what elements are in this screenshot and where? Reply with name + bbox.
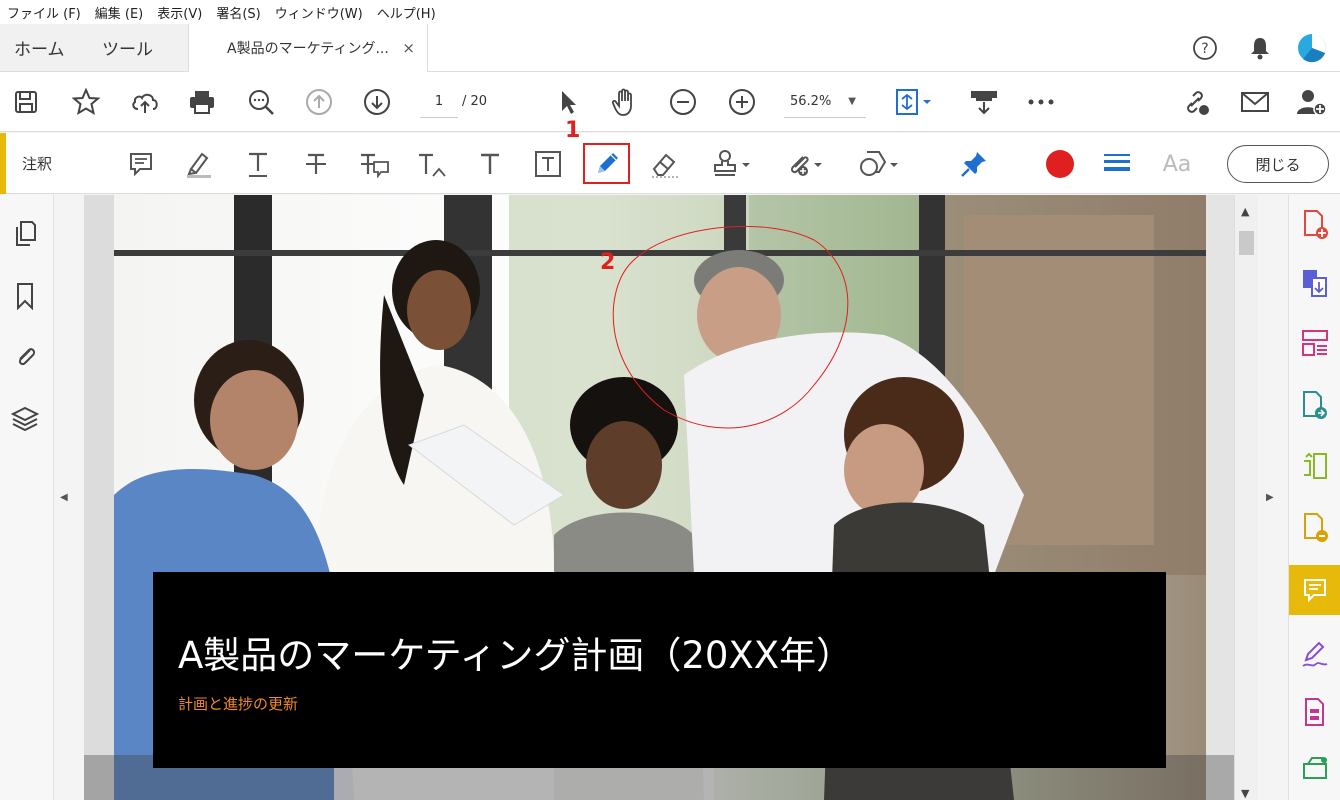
- scroll-thumb[interactable]: [1239, 231, 1254, 255]
- email-icon[interactable]: [1239, 86, 1271, 118]
- annotation-accent-bar: [0, 133, 6, 194]
- tab-bar: ホーム ツール A製品のマーケティング... × ?: [0, 24, 1340, 72]
- compress-pdf-icon[interactable]: [1297, 695, 1333, 731]
- scan-ocr-icon[interactable]: [1297, 751, 1333, 787]
- page-down-icon[interactable]: [361, 86, 393, 118]
- tab-close-icon[interactable]: ×: [402, 39, 415, 57]
- create-pdf-icon[interactable]: [1297, 207, 1333, 243]
- eraser-icon[interactable]: [647, 147, 683, 181]
- annotation-label: 注釈: [22, 155, 53, 173]
- print-icon[interactable]: [186, 86, 218, 118]
- scroll-down-icon[interactable]: ▼: [1241, 787, 1249, 800]
- menu-sign[interactable]: 署名(S): [209, 3, 267, 22]
- help-icon[interactable]: ?: [1189, 32, 1221, 64]
- combine-files-icon[interactable]: [1297, 266, 1333, 302]
- page-number-input[interactable]: 1: [420, 86, 458, 118]
- hand-icon[interactable]: [609, 86, 641, 118]
- document-area: A製品のマーケティング計画（20XX年） 計画と進捗の更新: [84, 195, 1234, 800]
- select-arrow-icon[interactable]: [552, 86, 584, 118]
- cloud-upload-icon[interactable]: [129, 86, 161, 118]
- menu-edit[interactable]: 編集 (E): [88, 3, 151, 22]
- menu-bar: ファイル (F) 編集 (E) 表示(V) 署名(S) ウィンドウ(W) ヘルプ…: [0, 0, 1340, 24]
- highlight-icon[interactable]: [181, 147, 217, 181]
- line-weight-icon[interactable]: [1099, 147, 1135, 181]
- add-user-icon[interactable]: [1296, 86, 1328, 118]
- fill-sign-icon[interactable]: [1297, 636, 1333, 672]
- step-number-1: 1: [565, 118, 581, 143]
- add-text-icon[interactable]: [472, 147, 508, 181]
- bell-icon[interactable]: [1244, 32, 1276, 64]
- pages-icon[interactable]: [10, 219, 40, 249]
- menu-file[interactable]: ファイル (F): [0, 3, 88, 22]
- zoom-level-value: 56.2%: [790, 94, 832, 109]
- pin-icon[interactable]: [956, 147, 992, 181]
- menu-view[interactable]: 表示(V): [150, 3, 209, 22]
- insert-text-icon[interactable]: [414, 147, 450, 181]
- zoom-search-icon[interactable]: [245, 86, 277, 118]
- tab-tools[interactable]: ツール: [102, 24, 153, 71]
- collapse-left-panel-icon[interactable]: ◀: [60, 492, 68, 503]
- slide-subtitle: 計画と進捗の更新: [178, 695, 299, 713]
- menu-window[interactable]: ウィンドウ(W): [268, 3, 370, 22]
- star-icon[interactable]: [70, 86, 102, 118]
- strikethrough-text-icon[interactable]: [298, 147, 334, 181]
- scan-icon[interactable]: [968, 86, 1000, 118]
- tab-document[interactable]: A製品のマーケティング... ×: [188, 24, 428, 72]
- layers-icon[interactable]: [10, 404, 40, 434]
- attachment-icon[interactable]: [10, 341, 40, 371]
- tab-document-label: A製品のマーケティング...: [227, 41, 389, 57]
- left-rail: [0, 195, 54, 800]
- save-icon[interactable]: [10, 86, 42, 118]
- chevron-down-icon: ▼: [848, 96, 856, 107]
- vertical-scrollbar[interactable]: ▲ ▼: [1234, 195, 1258, 800]
- more-icon[interactable]: [1025, 86, 1057, 118]
- text-box-icon[interactable]: [530, 147, 566, 181]
- right-rail: [1288, 195, 1340, 800]
- zoom-level-select[interactable]: 56.2% ▼: [784, 86, 866, 118]
- pencil-draw-icon[interactable]: [583, 143, 630, 184]
- request-signature-icon[interactable]: [1297, 510, 1333, 546]
- zoom-in-icon[interactable]: [726, 86, 758, 118]
- font-style-icon[interactable]: Aa: [1157, 147, 1197, 181]
- attach-file-icon[interactable]: [782, 147, 828, 181]
- replace-text-icon[interactable]: [356, 147, 392, 181]
- collapse-right-panel-icon[interactable]: ▶: [1266, 492, 1274, 503]
- sticky-note-icon[interactable]: [123, 147, 159, 181]
- svg-text:?: ?: [1201, 41, 1208, 57]
- bookmark-icon[interactable]: [10, 281, 40, 311]
- share-link-icon[interactable]: [1180, 86, 1212, 118]
- organize-pages-icon[interactable]: [1297, 326, 1333, 362]
- fit-page-icon[interactable]: [892, 86, 938, 118]
- underline-text-icon[interactable]: [240, 147, 276, 181]
- shape-icon[interactable]: [854, 147, 904, 181]
- close-annotation-button[interactable]: 閉じる: [1227, 145, 1329, 183]
- comment-icon[interactable]: [1289, 565, 1340, 615]
- color-circle-icon[interactable]: [1042, 147, 1078, 181]
- menu-help[interactable]: ヘルプ(H): [370, 3, 443, 22]
- avatar[interactable]: [1296, 32, 1328, 64]
- edit-pdf-icon[interactable]: [1297, 449, 1333, 485]
- scroll-up-icon[interactable]: ▲: [1241, 205, 1249, 218]
- slide-title: A製品のマーケティング計画（20XX年）: [178, 634, 854, 677]
- page-up-icon[interactable]: [303, 86, 335, 118]
- stamp-icon[interactable]: [710, 147, 756, 181]
- tab-home[interactable]: ホーム: [14, 24, 65, 71]
- export-pdf-icon[interactable]: [1297, 388, 1333, 424]
- page-total: / 20: [462, 94, 488, 109]
- step-number-2: 2: [600, 250, 616, 275]
- zoom-out-icon[interactable]: [667, 86, 699, 118]
